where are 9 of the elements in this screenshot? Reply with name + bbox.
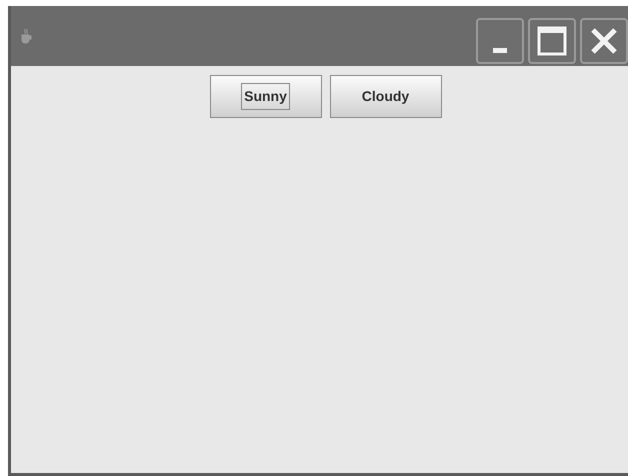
- close-icon: [589, 26, 619, 56]
- maximize-icon: [537, 26, 567, 56]
- push-button[interactable]: Sunny: [210, 75, 322, 118]
- maximize-button[interactable]: [528, 18, 576, 64]
- push-button[interactable]: Cloudy: [330, 75, 442, 118]
- close-button[interactable]: [580, 18, 628, 64]
- minimize-button[interactable]: [476, 18, 524, 64]
- minimize-icon: [492, 46, 508, 54]
- coffee-cup-icon: [19, 28, 33, 44]
